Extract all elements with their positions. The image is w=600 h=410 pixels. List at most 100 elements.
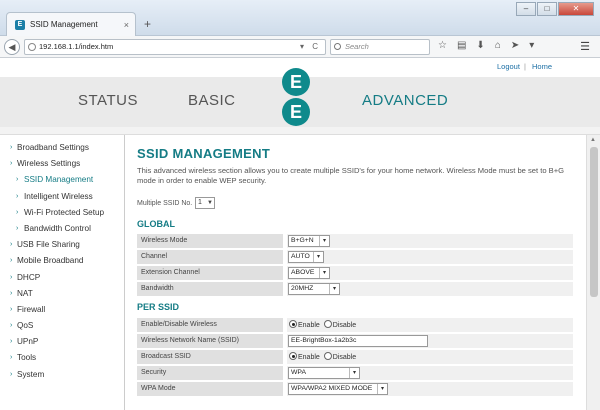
intro-text: This advanced wireless section allows yo… bbox=[137, 166, 565, 185]
address-bar[interactable]: 192.168.1.1/index.htm ▾ C bbox=[24, 39, 326, 55]
broadcast-enable-option[interactable]: Enable bbox=[289, 352, 320, 363]
radio-label: Disable bbox=[332, 322, 357, 329]
chevron-right-icon: › bbox=[10, 257, 13, 265]
chevron-right-icon: › bbox=[10, 305, 13, 313]
hamburger-menu-icon[interactable]: ☰ bbox=[580, 40, 590, 53]
chevron-down-icon: ▼ bbox=[207, 200, 213, 206]
wireless-mode-label: Wireless Mode bbox=[137, 234, 283, 248]
sidebar-item-wireless-settings[interactable]: › Wireless Settings bbox=[10, 156, 124, 172]
sidebar-item-mobile-broadband[interactable]: › Mobile Broadband bbox=[10, 253, 124, 269]
scroll-up-icon[interactable]: ▲ bbox=[590, 137, 596, 143]
sidebar-item-ssid-management[interactable]: › SSID Management bbox=[10, 172, 124, 188]
sidebar-item-intelligent-wireless[interactable]: › Intelligent Wireless bbox=[10, 189, 124, 205]
bandwidth-label: Bandwidth bbox=[137, 282, 283, 296]
wireless-mode-select[interactable]: B+G+N ▾ bbox=[288, 235, 330, 247]
radio-label: Enable bbox=[298, 322, 320, 329]
channel-label: Channel bbox=[137, 250, 283, 264]
extension-channel-select[interactable]: ABOVE ▾ bbox=[288, 267, 330, 279]
chevron-right-icon: › bbox=[10, 273, 13, 281]
radio-selected-icon[interactable] bbox=[289, 352, 297, 360]
sidebar-item-label: SSID Management bbox=[24, 175, 94, 185]
chevron-down-icon: ▾ bbox=[377, 384, 387, 394]
home-icon[interactable]: ⌂ bbox=[495, 40, 501, 51]
sidebar-item-broadband-settings[interactable]: › Broadband Settings bbox=[10, 140, 124, 156]
broadcast-ssid-cell: Enable Disable bbox=[287, 350, 573, 364]
logo-letter-bottom: E bbox=[282, 98, 310, 126]
channel-select[interactable]: AUTO ▾ bbox=[288, 251, 324, 263]
send-icon[interactable]: ➤ bbox=[511, 40, 519, 51]
sidebar-item-system[interactable]: › System bbox=[10, 367, 124, 383]
row-channel: Channel AUTO ▾ bbox=[137, 250, 573, 265]
reload-icon[interactable]: ▾ C bbox=[300, 40, 321, 54]
search-input[interactable]: Search bbox=[330, 39, 430, 55]
enable-wireless-enable-option[interactable]: Enable bbox=[289, 320, 320, 331]
minimize-button[interactable]: – bbox=[516, 2, 536, 16]
security-select[interactable]: WPA ▾ bbox=[288, 367, 360, 379]
sidebar-item-firewall[interactable]: › Firewall bbox=[10, 302, 124, 318]
scrollbar-thumb[interactable] bbox=[590, 147, 598, 297]
chevron-right-icon: › bbox=[10, 354, 13, 362]
url-text: 192.168.1.1/index.htm bbox=[39, 42, 114, 51]
sidebar-item-tools[interactable]: › Tools bbox=[10, 350, 124, 366]
close-window-button[interactable]: ✕ bbox=[558, 2, 594, 16]
chevron-right-icon: › bbox=[16, 224, 19, 232]
ssid-name-cell: EE-BrightBox-1a2b3c bbox=[287, 334, 573, 348]
broadcast-ssid-label: Broadcast SSID bbox=[137, 350, 283, 364]
sidebar-item-label: DHCP bbox=[17, 272, 41, 282]
sidebar-item-label: Tools bbox=[17, 353, 37, 363]
chevron-right-icon: › bbox=[16, 192, 19, 200]
row-wpa-mode: WPA Mode WPA/WPA2 MIXED MODE ▾ bbox=[137, 382, 573, 397]
radio-unselected-icon[interactable] bbox=[323, 352, 332, 360]
search-icon bbox=[334, 43, 341, 50]
site-info-icon[interactable] bbox=[28, 43, 36, 51]
ssid-name-input[interactable]: EE-BrightBox-1a2b3c bbox=[288, 335, 428, 347]
overflow-chevron-icon[interactable]: ▾ bbox=[529, 40, 534, 51]
bandwidth-select[interactable]: 20MHZ ▾ bbox=[288, 283, 340, 295]
row-ssid-name: Wireless Network Name (SSID) EE-BrightBo… bbox=[137, 334, 573, 349]
tab-status[interactable]: STATUS bbox=[78, 92, 138, 109]
channel-value: AUTO bbox=[291, 253, 310, 260]
radio-selected-icon[interactable] bbox=[289, 320, 297, 328]
radio-unselected-icon[interactable] bbox=[323, 320, 332, 328]
sidebar-item-label: Wireless Settings bbox=[17, 159, 81, 169]
sidebar-item-label: Intelligent Wireless bbox=[24, 191, 93, 201]
reading-list-icon[interactable]: ▤ bbox=[457, 40, 466, 51]
sidebar-item-label: Firewall bbox=[17, 304, 46, 314]
sidebar-item-label: UPnP bbox=[17, 337, 39, 347]
multiple-ssid-select[interactable]: 1 ▼ bbox=[195, 197, 215, 209]
back-arrow-icon[interactable]: ◀ bbox=[4, 39, 20, 55]
close-tab-icon[interactable]: × bbox=[124, 20, 129, 30]
tab-advanced[interactable]: ADVANCED bbox=[362, 92, 448, 109]
window-controls: – □ ✕ bbox=[516, 2, 594, 16]
wireless-mode-value: B+G+N bbox=[291, 237, 314, 244]
sidebar-item-label: Broadband Settings bbox=[17, 143, 89, 152]
sidebar-item-dhcp[interactable]: › DHCP bbox=[10, 270, 124, 286]
logout-link[interactable]: Logout bbox=[497, 62, 520, 71]
sidebar-item-upnp[interactable]: › UPnP bbox=[10, 334, 124, 350]
broadcast-ssid-radios: Enable Disable bbox=[289, 352, 356, 363]
home-link[interactable]: Home bbox=[532, 62, 552, 71]
logo-letter-top: E bbox=[282, 68, 310, 96]
tab-basic[interactable]: BASIC bbox=[188, 92, 236, 109]
sidebar-item-wps[interactable]: › Wi-Fi Protected Setup bbox=[10, 205, 124, 221]
vertical-scrollbar[interactable]: ▲ bbox=[586, 135, 600, 410]
sidebar-item-nat[interactable]: › NAT bbox=[10, 286, 124, 302]
new-tab-button[interactable]: + bbox=[144, 17, 151, 31]
download-icon[interactable]: ⬇ bbox=[476, 40, 484, 51]
sidebar-item-qos[interactable]: › QoS bbox=[10, 318, 124, 334]
sidebar-item-usb-file-sharing[interactable]: › USB File Sharing bbox=[10, 237, 124, 253]
enable-wireless-disable-option[interactable]: Disable bbox=[323, 320, 357, 331]
sidebar-item-bandwidth-control[interactable]: › Bandwidth Control bbox=[10, 221, 124, 237]
chevron-down-icon: ▾ bbox=[329, 284, 339, 294]
chevron-down-icon: ▾ bbox=[319, 236, 329, 246]
browser-tab[interactable]: E SSID Management × bbox=[6, 12, 136, 36]
bookmark-star-icon[interactable]: ☆ bbox=[438, 40, 447, 51]
wpa-mode-select[interactable]: WPA/WPA2 MIXED MODE ▾ bbox=[288, 383, 388, 395]
maximize-button[interactable]: □ bbox=[537, 2, 557, 16]
wpa-mode-cell: WPA/WPA2 MIXED MODE ▾ bbox=[287, 382, 573, 396]
section-per-ssid-title: PER SSID bbox=[137, 302, 180, 312]
bandwidth-value: 20MHZ bbox=[291, 285, 314, 292]
broadcast-disable-option[interactable]: Disable bbox=[323, 352, 356, 363]
chevron-right-icon: › bbox=[16, 176, 19, 184]
sidebar-item-label: USB File Sharing bbox=[17, 240, 80, 250]
